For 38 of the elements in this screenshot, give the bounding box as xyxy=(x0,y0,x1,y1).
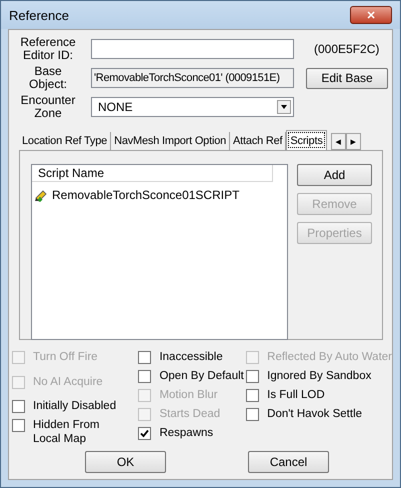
readonly-field: 'RemovableTorchSconce01' (0009151E) xyxy=(91,68,294,88)
checkbox[interactable] xyxy=(138,351,152,364)
checkbox[interactable] xyxy=(138,370,152,383)
checkbox-label: Is Full LOD xyxy=(267,388,325,402)
field-label: Encounter Zone xyxy=(20,94,76,120)
script-button[interactable]: Add xyxy=(297,164,372,186)
checkbox[interactable] xyxy=(246,370,260,383)
checkbox-label: Open By Default xyxy=(159,369,244,383)
edit-base-button[interactable]: Edit Base xyxy=(306,68,388,88)
field-label: Base Object: xyxy=(28,65,68,91)
checkbox-label: No AI Acquire xyxy=(33,375,103,389)
checkbox-label: Turn Off Fire xyxy=(33,350,98,364)
checkbox-label: Hidden From Local Map xyxy=(33,418,100,446)
dialog-button[interactable]: OK xyxy=(85,451,166,473)
window-title: Reference xyxy=(9,8,69,22)
script-pencil-icon xyxy=(34,188,48,202)
form-id-text: (000E5F2C) xyxy=(314,42,380,56)
column-header[interactable]: Script Name xyxy=(32,165,273,182)
checkbox-label: Initially Disabled xyxy=(33,399,116,413)
checkbox-label: Ignored By Sandbox xyxy=(267,369,372,383)
field-label: Reference Editor ID: xyxy=(19,36,77,62)
checkbox-label: Inaccessible xyxy=(159,350,223,364)
tab[interactable]: Scripts xyxy=(286,130,327,150)
checkbox-label: Don't Havok Settle xyxy=(267,407,362,421)
checkbox[interactable] xyxy=(246,389,260,402)
checkbox[interactable] xyxy=(138,427,152,440)
checkbox[interactable] xyxy=(246,408,260,421)
input-field[interactable] xyxy=(91,39,294,59)
dropdown-field[interactable]: NONE xyxy=(91,97,294,117)
checkbox-label: Reflected By Auto Water xyxy=(267,350,392,364)
checkbox-label: Motion Blur xyxy=(159,388,218,402)
dialog-button[interactable]: Cancel xyxy=(248,451,329,473)
checkbox[interactable] xyxy=(12,419,25,432)
checkbox-label: Starts Dead xyxy=(159,407,220,421)
checkbox-label: Respawns xyxy=(159,426,214,440)
script-name[interactable]: RemovableTorchSconce01SCRIPT xyxy=(52,188,240,202)
checkbox[interactable] xyxy=(12,400,25,413)
tab[interactable]: Attach Ref xyxy=(230,132,286,150)
